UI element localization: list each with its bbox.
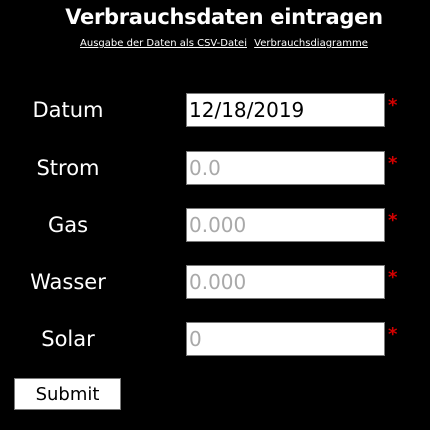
solar-input[interactable] [186,322,385,356]
page-title: Verbrauchsdaten eintragen [65,5,383,29]
gas-label: Gas [47,213,89,237]
solar-required-marker: * [388,324,398,345]
nav-links: Ausgabe der Daten als CSV-Datei Verbrauc… [0,38,430,49]
wasser-label: Wasser [30,270,106,294]
datum-required-marker: * [388,95,398,116]
wasser-input[interactable] [186,265,385,299]
row-gas: Gas * [0,208,430,242]
submit-button[interactable]: Submit [14,378,121,410]
row-solar: Solar * [0,322,430,356]
strom-input[interactable] [186,151,385,185]
strom-label: Strom [36,156,100,180]
row-strom: Strom * [0,151,430,185]
strom-required-marker: * [388,153,398,174]
row-datum: Datum * [0,93,430,127]
csv-export-link[interactable]: Ausgabe der Daten als CSV-Datei [80,38,247,49]
gas-required-marker: * [388,210,398,231]
diagrams-link[interactable]: Verbrauchsdiagramme [254,38,368,49]
datum-input[interactable] [186,93,385,127]
gas-input[interactable] [186,208,385,242]
row-wasser: Wasser * [0,265,430,299]
solar-label: Solar [41,327,95,351]
datum-label: Datum [32,98,104,122]
wasser-required-marker: * [388,267,398,288]
